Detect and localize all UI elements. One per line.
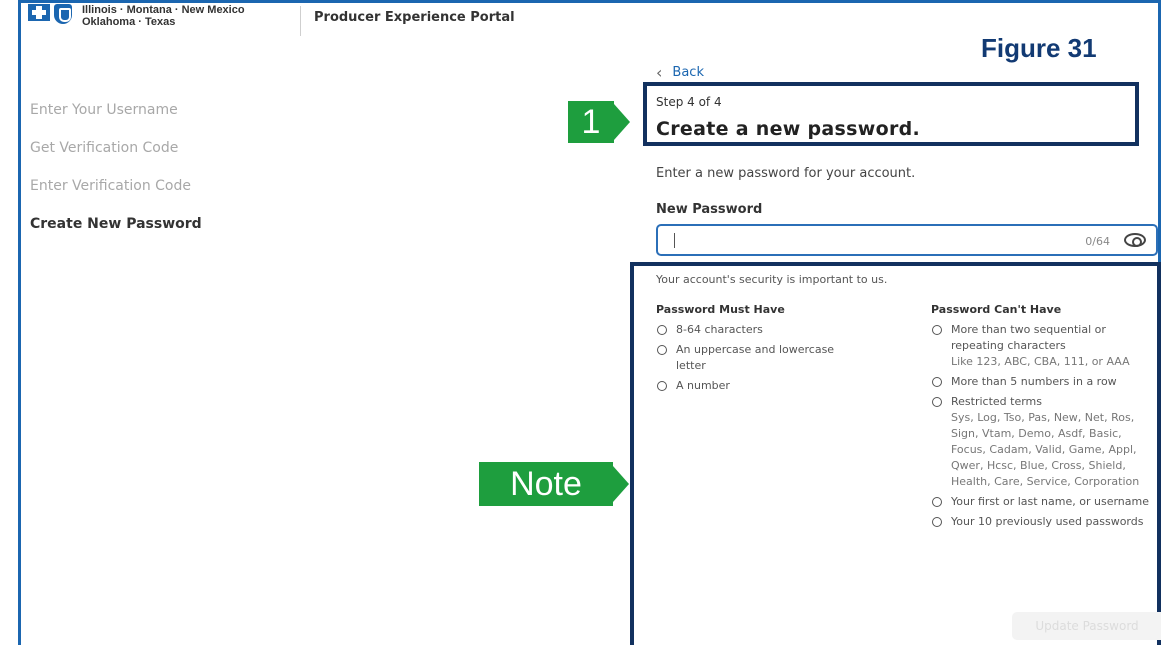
circle-icon xyxy=(932,377,942,387)
shield-icon xyxy=(54,4,72,24)
list-item: Your first or last name, or username xyxy=(931,494,1156,510)
step-create-password: Create New Password xyxy=(30,216,202,232)
circle-icon xyxy=(657,345,667,355)
eye-icon[interactable] xyxy=(1124,233,1146,247)
header-divider xyxy=(300,6,301,36)
must-have-list: 8-64 characters An uppercase and lowerca… xyxy=(656,322,836,398)
callout-step-label: 1 xyxy=(581,102,601,141)
text-caret xyxy=(674,233,675,248)
step-count: Step 4 of 4 xyxy=(656,95,722,109)
back-label: Back xyxy=(672,65,704,80)
new-password-label: New Password xyxy=(656,202,763,217)
circle-icon xyxy=(932,517,942,527)
requirement-text: 8-64 characters xyxy=(676,323,763,336)
callout-step-marker: 1 xyxy=(568,101,614,143)
update-password-button[interactable]: Update Password xyxy=(1012,612,1161,640)
circle-icon xyxy=(657,381,667,391)
figure-label: Figure 31 xyxy=(981,33,1097,63)
restriction-text: More than two sequential or repeating ch… xyxy=(951,323,1106,352)
circle-icon xyxy=(932,325,942,335)
instruction-text: Enter a new password for your account. xyxy=(656,166,916,181)
list-item: More than two sequential or repeating ch… xyxy=(931,322,1156,370)
list-item: An uppercase and lowercase letter xyxy=(656,342,836,374)
restriction-text: More than 5 numbers in a row xyxy=(951,375,1117,388)
page-title: Create a new password. xyxy=(656,118,921,140)
callout-note-label: Note xyxy=(510,464,582,503)
logo-states: Illinois · Montana · New Mexico Oklahoma… xyxy=(82,4,245,28)
must-have-heading: Password Must Have xyxy=(656,303,785,316)
logo-line-2: Oklahoma · Texas xyxy=(82,16,176,28)
list-item: More than 5 numbers in a row xyxy=(931,374,1156,390)
requirement-text: A number xyxy=(676,379,730,392)
step-list: Enter Your Username Get Verification Cod… xyxy=(30,100,202,252)
restriction-text: Restricted terms xyxy=(951,395,1043,408)
list-item: Restricted terms Sys, Log, Tso, Pas, New,… xyxy=(931,394,1156,490)
security-note: Your account's security is important to … xyxy=(656,273,888,286)
step-get-code: Get Verification Code xyxy=(30,140,179,156)
circle-icon xyxy=(932,497,942,507)
step-enter-code: Enter Verification Code xyxy=(30,178,191,194)
list-item: A number xyxy=(656,378,836,394)
list-item: 8-64 characters xyxy=(656,322,836,338)
requirement-text: An uppercase and lowercase letter xyxy=(676,343,835,372)
logo-line-1: Illinois · Montana · New Mexico xyxy=(82,4,245,16)
cant-have-list: More than two sequential or repeating ch… xyxy=(931,322,1156,534)
bcbs-logo: Illinois · Montana · New Mexico Oklahoma… xyxy=(28,4,245,28)
restriction-text: Your 10 previously used passwords xyxy=(951,515,1144,528)
step-enter-username: Enter Your Username xyxy=(30,102,178,118)
list-item: Your 10 previously used passwords xyxy=(931,514,1156,530)
restriction-detail: Sys, Log, Tso, Pas, New, Net, Ros, Sign,… xyxy=(951,411,1140,488)
new-password-field[interactable]: 0/64 xyxy=(656,224,1158,256)
portal-name: Producer Experience Portal xyxy=(314,10,515,25)
chevron-left-icon: ‹ xyxy=(656,63,663,82)
char-counter: 0/64 xyxy=(1085,235,1110,248)
circle-icon xyxy=(932,397,942,407)
back-link[interactable]: ‹ Back xyxy=(656,63,704,82)
circle-icon xyxy=(657,325,667,335)
cant-have-heading: Password Can't Have xyxy=(931,303,1062,316)
cross-icon xyxy=(28,4,50,21)
restriction-text: Your first or last name, or username xyxy=(951,495,1149,508)
callout-note-marker: Note xyxy=(479,462,613,506)
restriction-detail: Like 123, ABC, CBA, 111, or AAA xyxy=(951,355,1130,368)
